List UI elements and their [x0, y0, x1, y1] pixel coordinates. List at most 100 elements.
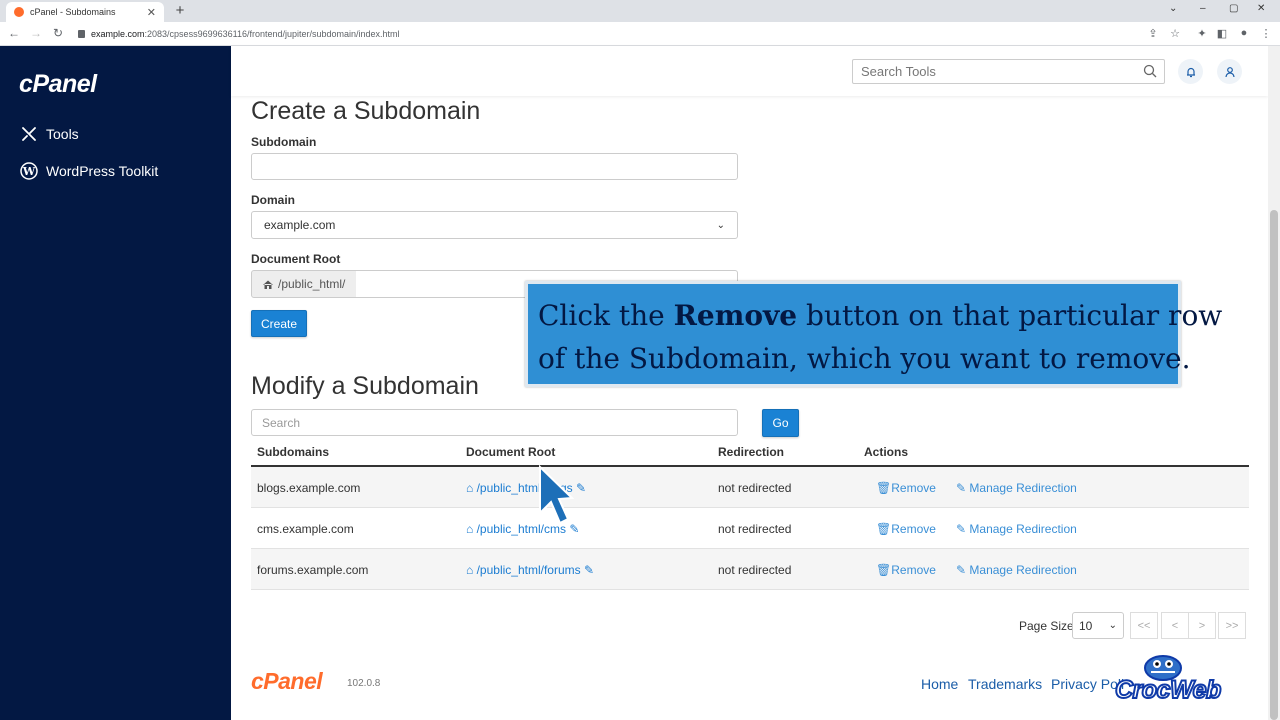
remove-link[interactable]: 🗑Remove	[876, 481, 936, 495]
pencil-icon: ✎	[956, 481, 967, 495]
url-field[interactable]: example.com:2083/cpsess9699636116/fronte…	[78, 26, 1142, 43]
manage-redirection-label: Manage Redirection	[969, 522, 1077, 536]
page-scrollbar[interactable]	[1268, 46, 1280, 720]
instruction-text: button on that particular row	[797, 299, 1223, 332]
prev-page-button[interactable]: <	[1161, 612, 1189, 639]
tab-title: cPanel - Subdomains	[30, 7, 116, 17]
redirection-cell: not redirected	[718, 522, 792, 536]
crocweb-watermark: CrocWeb	[1114, 650, 1247, 712]
table-header: Subdomains Document Root Redirection Act…	[251, 440, 1249, 467]
reload-icon[interactable]: ↻	[50, 26, 66, 40]
page-size-value: 10	[1079, 618, 1093, 633]
browser-tab[interactable]: cPanel - Subdomains ✕	[6, 2, 164, 22]
notifications-bell-icon[interactable]	[1178, 59, 1203, 84]
pencil-icon[interactable]: ✎	[576, 481, 586, 495]
home-icon: ⌂	[466, 563, 474, 577]
close-window-icon[interactable]: ✕	[1257, 3, 1265, 14]
trash-icon: 🗑	[876, 522, 892, 536]
footer-link-home[interactable]: Home	[921, 676, 958, 692]
manage-redirection-label: Manage Redirection	[969, 563, 1077, 577]
pencil-icon[interactable]: ✎	[584, 563, 594, 577]
manage-redirection-link[interactable]: ✎ Manage Redirection	[956, 522, 1077, 536]
first-page-button[interactable]: <<	[1130, 612, 1158, 639]
user-account-icon[interactable]	[1217, 59, 1242, 84]
side-panel-icon[interactable]: ◧	[1215, 27, 1229, 40]
url-path: :2083/cpsess9699636116/frontend/jupiter/…	[144, 29, 400, 39]
redirection-cell: not redirected	[718, 563, 792, 577]
manage-redirection-link[interactable]: ✎ Manage Redirection	[956, 563, 1077, 577]
footer-link-trademarks[interactable]: Trademarks	[968, 676, 1042, 692]
table-row: blogs.example.com ⌂ /public_html/blogs ✎…	[251, 467, 1249, 508]
maximize-icon[interactable]: ▢	[1229, 3, 1238, 14]
bookmark-star-icon[interactable]: ☆	[1168, 27, 1182, 40]
domain-select-value: example.com	[264, 218, 336, 232]
search-icon[interactable]	[1143, 64, 1157, 78]
pencil-icon: ✎	[956, 563, 967, 577]
next-page-button[interactable]: >	[1188, 612, 1216, 639]
remove-label: Remove	[891, 481, 936, 495]
pencil-icon: ✎	[956, 522, 967, 536]
browser-tab-bar: cPanel - Subdomains ✕ + ⌄ – ▢ ✕	[0, 0, 1280, 22]
chevron-down-icon: ⌄	[716, 219, 725, 231]
redirection-cell: not redirected	[718, 481, 792, 495]
instruction-bold-text: Remove	[673, 299, 798, 332]
url-host: example.com	[91, 29, 145, 39]
trash-icon: 🗑	[876, 563, 892, 577]
extensions-icon[interactable]: ✦	[1195, 27, 1209, 40]
new-tab-icon[interactable]: +	[172, 2, 188, 20]
remove-label: Remove	[891, 563, 936, 577]
subdomain-cell: blogs.example.com	[257, 481, 361, 495]
browser-menu-icon[interactable]: ⋮	[1259, 27, 1273, 40]
column-header-document-root[interactable]: Document Root	[466, 445, 555, 459]
column-header-subdomains[interactable]: Subdomains	[257, 445, 329, 459]
column-header-redirection[interactable]: Redirection	[718, 445, 784, 459]
cpanel-logo[interactable]: cPanel	[19, 70, 97, 99]
remove-link[interactable]: 🗑Remove	[876, 563, 936, 577]
subdomain-cell: forums.example.com	[257, 563, 369, 577]
subdomain-input[interactable]	[251, 153, 738, 180]
lock-icon	[78, 30, 85, 38]
document-root-prefix-text: /public_html/	[278, 277, 346, 291]
instruction-line-1: Click the Remove button on that particul…	[538, 294, 1222, 337]
footer-link-privacy[interactable]: Privacy Poli	[1051, 676, 1124, 692]
sidebar: cPanel Tools W WordPress Toolkit	[0, 46, 231, 720]
subdomains-table: Subdomains Document Root Redirection Act…	[251, 440, 1249, 590]
instruction-line-2: of the Subdomain, which you want to remo…	[538, 342, 1191, 375]
tab-close-icon[interactable]: ✕	[147, 6, 156, 19]
subdomain-search-input[interactable]	[251, 409, 738, 436]
back-icon[interactable]: ←	[6, 26, 22, 40]
remove-link[interactable]: 🗑Remove	[876, 522, 936, 536]
go-button[interactable]: Go	[762, 409, 799, 437]
page-size-select[interactable]: 10 ⌄	[1072, 612, 1124, 639]
sidebar-item-label: Tools	[46, 126, 79, 142]
scrollbar-thumb[interactable]	[1270, 210, 1278, 720]
forward-icon[interactable]: →	[28, 26, 44, 40]
domain-label: Domain	[251, 193, 296, 207]
tab-search-icon[interactable]: ⌄	[1169, 3, 1177, 14]
address-bar: ← → ↻ example.com:2083/cpsess9699636116/…	[0, 22, 1280, 46]
document-root-text: /public_html/forums	[476, 563, 581, 577]
create-subdomain-title: Create a Subdomain	[251, 97, 481, 125]
minimize-icon[interactable]: –	[1200, 3, 1206, 14]
last-page-button[interactable]: >>	[1218, 612, 1246, 639]
search-tools-input[interactable]	[852, 59, 1165, 84]
create-button[interactable]: Create	[251, 310, 307, 337]
sidebar-item-tools[interactable]: Tools	[20, 123, 220, 145]
wordpress-icon: W	[20, 162, 38, 180]
share-icon[interactable]: ⇪	[1146, 27, 1160, 40]
document-root-link[interactable]: ⌂ /public_html/forums ✎	[466, 563, 594, 577]
table-row: cms.example.com ⌂ /public_html/cms ✎ not…	[251, 508, 1249, 549]
profile-icon[interactable]: ●	[1237, 27, 1251, 39]
instruction-overlay: Click the Remove button on that particul…	[525, 281, 1222, 387]
sidebar-item-wordpress-toolkit[interactable]: W WordPress Toolkit	[20, 160, 220, 182]
document-root-label: Document Root	[251, 252, 341, 266]
top-header	[231, 46, 1268, 96]
footer-cpanel-logo: cPanel	[251, 668, 323, 694]
domain-select[interactable]: example.com ⌄	[251, 211, 738, 239]
cpanel-favicon-icon	[14, 7, 24, 17]
home-icon: ⌂	[466, 522, 474, 536]
subdomain-label: Subdomain	[251, 135, 317, 149]
remove-label: Remove	[891, 522, 936, 536]
modify-subdomain-title: Modify a Subdomain	[251, 372, 479, 400]
manage-redirection-link[interactable]: ✎ Manage Redirection	[956, 481, 1077, 495]
